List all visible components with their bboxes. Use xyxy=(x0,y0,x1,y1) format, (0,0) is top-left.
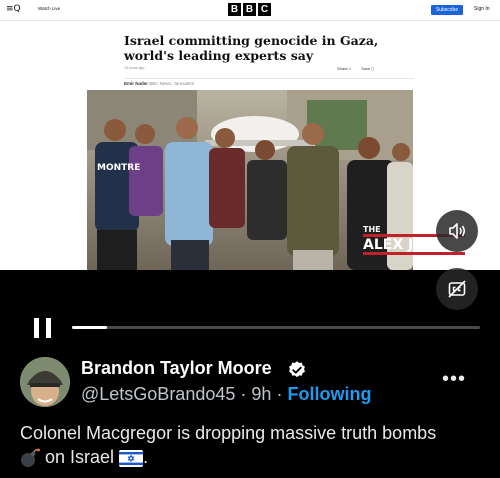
bbc-header: ≡Q Watch Live B B C Subscribe Sign In xyxy=(0,0,500,21)
avatar[interactable] xyxy=(20,357,70,407)
menu-search-icon: ≡Q xyxy=(6,4,21,14)
handle-row: @LetsGoBrando45 · 9h · Following xyxy=(81,384,371,405)
watermark-line3: SHOW xyxy=(433,256,461,264)
following-button[interactable]: Following xyxy=(287,384,371,404)
separator: · xyxy=(240,384,247,404)
bbc-logo-letter: B xyxy=(243,3,256,16)
verified-badge-icon xyxy=(289,361,305,378)
article-headline: Israel committing genocide in Gaza, worl… xyxy=(124,33,379,63)
captions-off-icon[interactable] xyxy=(436,268,478,310)
video-player[interactable]: ≡Q Watch Live B B C Subscribe Sign In Is… xyxy=(0,0,500,270)
share-label: Share < xyxy=(337,66,352,71)
progress-fill xyxy=(72,326,107,329)
tweet-text-end: . xyxy=(143,447,149,467)
bbc-logo-letter: C xyxy=(258,3,271,16)
author-role: BBC News, Jerusalem xyxy=(149,81,195,86)
article-timestamp: 19 hours ago xyxy=(124,66,145,70)
watermark-line1: THE xyxy=(363,225,381,234)
share-save-row: Share < Save ▯ xyxy=(337,66,374,71)
tweet-text-part1: Colonel Macgregor is dropping massive tr… xyxy=(20,423,437,443)
sign-in-link: Sign In xyxy=(474,6,490,12)
pause-icon[interactable] xyxy=(34,318,52,338)
save-label: Save ▯ xyxy=(361,66,374,71)
progress-bar[interactable] xyxy=(72,326,480,329)
share-icon: < xyxy=(348,66,352,71)
separator: · xyxy=(276,384,283,404)
user-handle[interactable]: @LetsGoBrando45 xyxy=(81,384,235,404)
israel-flag-icon xyxy=(119,449,144,467)
author-name: Emir Nader xyxy=(124,81,149,86)
bomb-icon xyxy=(21,448,40,468)
display-name[interactable]: Brandon Taylor Moore xyxy=(81,358,272,379)
more-options-icon[interactable]: ••• xyxy=(442,368,466,391)
article-byline: Emir Nader BBC News, Jerusalem xyxy=(124,78,414,86)
subscribe-button: Subscribe xyxy=(431,5,463,15)
tweet-time[interactable]: 9h xyxy=(251,384,271,404)
bookmark-icon: ▯ xyxy=(371,66,374,71)
watch-live-label: Watch Live xyxy=(38,6,61,11)
speaker-icon[interactable] xyxy=(436,210,478,252)
svg-text:MONTRE: MONTRE xyxy=(97,163,140,173)
bbc-logo-letter: B xyxy=(228,3,241,16)
bbc-logo: B B C xyxy=(228,3,271,16)
tweet-text: Colonel Macgregor is dropping massive tr… xyxy=(20,421,490,469)
tweet-text-part2: on Israel xyxy=(45,447,115,467)
